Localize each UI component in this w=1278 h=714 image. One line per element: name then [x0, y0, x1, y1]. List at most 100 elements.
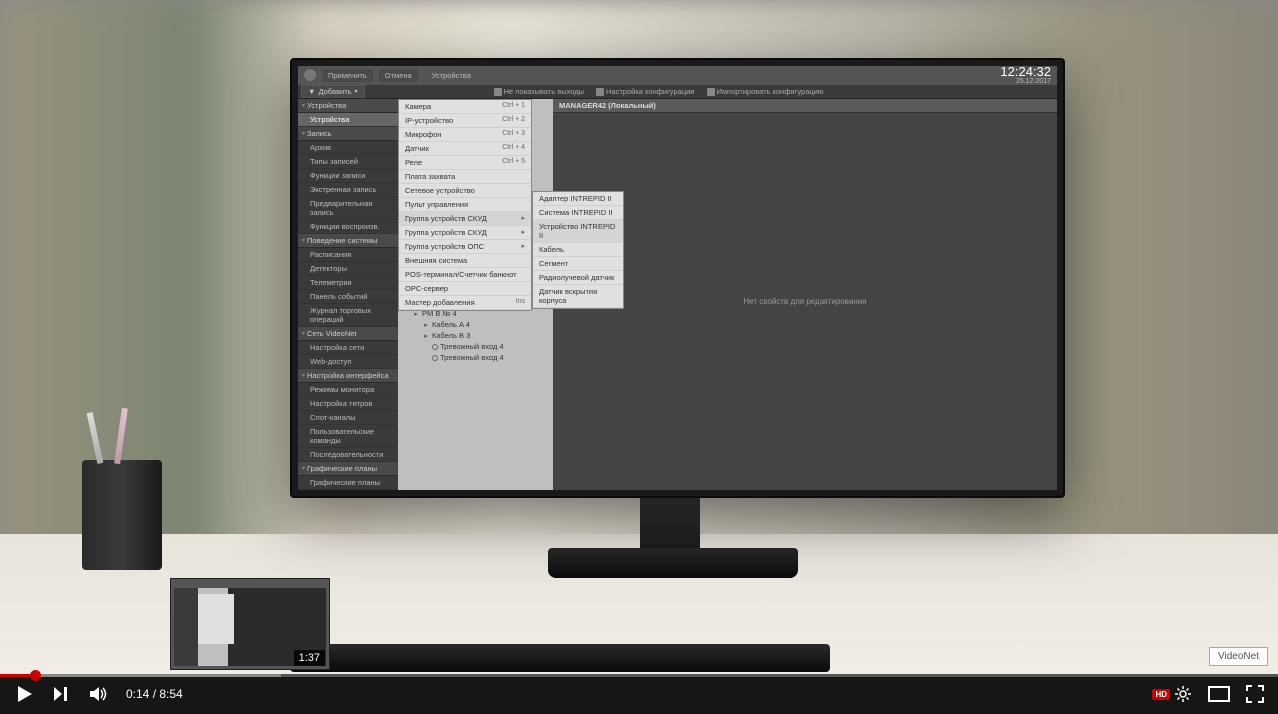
sidebar-item[interactable]: Устройства — [298, 113, 398, 127]
next-button[interactable] — [52, 685, 70, 703]
chevron-down-icon: ▾ — [302, 330, 305, 337]
monitor-base — [548, 548, 798, 578]
import-icon — [707, 88, 715, 96]
chevron-down-icon: ▾ — [302, 465, 305, 472]
sidebar-group[interactable]: ▾Графические планы — [298, 462, 398, 476]
menu-item[interactable]: КамераCtrl + 1 — [399, 100, 531, 114]
clock-date: 25.12.2017 — [1000, 78, 1051, 85]
gear-icon — [596, 88, 604, 96]
sidebar-item[interactable]: Web-доступ — [298, 355, 398, 369]
submenu-item[interactable]: Кабель — [533, 243, 623, 257]
menu-item[interactable]: IP-устройствоCtrl + 2 — [399, 114, 531, 128]
chevron-down-icon: ▾ — [302, 130, 305, 137]
app-logo-icon — [304, 69, 316, 81]
add-submenu[interactable]: Адаптер INTREPID IIСистема INTREPID IIУс… — [532, 191, 624, 309]
menu-item[interactable]: POS-терминал/Счетчик банкнот — [399, 268, 531, 282]
sidebar-item[interactable]: Настройка титров — [298, 397, 398, 411]
menu-item[interactable]: ДатчикCtrl + 4 — [399, 142, 531, 156]
time-display: 0:14 / 8:54 — [126, 687, 183, 701]
content-header: MANAGER42 (Локальный) — [553, 99, 1057, 113]
sidebar-item[interactable]: Детекторы — [298, 262, 398, 276]
sidebar-item[interactable]: Журнал торговых операций — [298, 304, 398, 327]
thumbnail-time: 1:37 — [294, 650, 325, 666]
scrubber-dot[interactable] — [30, 670, 41, 681]
submenu-item[interactable]: Радиолучевой датчик — [533, 271, 623, 285]
sidebar-item[interactable]: Пользовательские команды — [298, 425, 398, 448]
expand-icon[interactable]: ▸ — [422, 321, 430, 329]
app-header: Применить Отмена Устройства 12:24:32 25.… — [298, 66, 1057, 84]
sidebar-item[interactable]: Экстренная запись — [298, 183, 398, 197]
config-link[interactable]: Настройка конфигурации — [591, 86, 699, 97]
chevron-down-icon: ▾ — [302, 102, 305, 109]
chevron-down-icon: ▾ — [302, 237, 305, 244]
tree-row[interactable]: Тревожный вход 4 — [398, 341, 553, 352]
menu-item[interactable]: Сетевое устройство — [399, 184, 531, 198]
sidebar-item[interactable]: Типы записей — [298, 155, 398, 169]
menu-item[interactable]: OPC-сервер — [399, 282, 531, 296]
bullet-icon — [432, 344, 438, 350]
cancel-button[interactable]: Отмена — [379, 69, 418, 82]
sidebar-item[interactable]: Панель событий — [298, 290, 398, 304]
fullscreen-button[interactable] — [1246, 685, 1264, 703]
apply-button[interactable]: Применить — [322, 69, 373, 82]
sidebar-group[interactable]: ▾Поведение системы — [298, 234, 398, 248]
add-button[interactable]: ▼ Добавить ▾ — [301, 85, 365, 98]
menu-item[interactable]: Внешняя система — [399, 254, 531, 268]
pen-holder — [82, 460, 162, 570]
play-button[interactable] — [14, 684, 34, 704]
menu-item[interactable]: Мастер добавленияIns — [399, 296, 531, 310]
menu-item[interactable]: Группа устройств ОПС▸ — [399, 240, 531, 254]
submenu-item[interactable]: Устройство INTREPID II — [533, 220, 623, 243]
physical-keyboard — [290, 644, 830, 672]
submenu-item[interactable]: Сегмент — [533, 257, 623, 271]
import-config-link[interactable]: Импортировать конфигурацию — [702, 86, 829, 97]
menu-item[interactable]: РелеCtrl + 5 — [399, 156, 531, 170]
progress-bar[interactable] — [0, 674, 1278, 677]
screen: Применить Отмена Устройства 12:24:32 25.… — [298, 66, 1057, 490]
theater-button[interactable] — [1208, 686, 1230, 702]
sidebar: ▾УстройстваУстройства▾ЗаписьАрхивТипы за… — [298, 99, 398, 490]
menu-item[interactable]: Группа устройств СКУД▸ — [399, 212, 531, 226]
video-player-bar: 0:14 / 8:54 HD — [0, 674, 1278, 714]
sidebar-item[interactable]: Последовательности — [298, 448, 398, 462]
sidebar-item[interactable]: Предварительная запись — [298, 197, 398, 220]
toolbar: ▼ Добавить ▾ Не показывать выходы Настро… — [298, 84, 1057, 99]
submenu-item[interactable]: Адаптер INTREPID II — [533, 192, 623, 206]
submenu-item[interactable]: Датчик вскрытия корпуса — [533, 285, 623, 308]
menu-item[interactable]: МикрофонCtrl + 3 — [399, 128, 531, 142]
hide-outputs-link[interactable]: Не показывать выходы — [489, 86, 589, 97]
sidebar-item[interactable]: Слот-каналы — [298, 411, 398, 425]
menu-item[interactable]: Плата захвата — [399, 170, 531, 184]
expand-icon[interactable]: ▸ — [422, 332, 430, 340]
eye-icon — [494, 88, 502, 96]
sidebar-item[interactable]: Телеметрия — [298, 276, 398, 290]
clock: 12:24:32 25.12.2017 — [1000, 66, 1051, 85]
monitor-stand — [640, 498, 700, 552]
menu-item[interactable]: Пульт управления — [399, 198, 531, 212]
sidebar-group[interactable]: ▾Сеть VideoNet — [298, 327, 398, 341]
menu-item[interactable]: Группа устройств СКУД▸ — [399, 226, 531, 240]
monitor: Применить Отмена Устройства 12:24:32 25.… — [290, 58, 1065, 498]
seek-thumbnail: 1:37 — [170, 578, 330, 670]
sidebar-item[interactable]: Функции воспроизв. — [298, 220, 398, 234]
chevron-down-icon: ▾ — [355, 88, 358, 95]
submenu-item[interactable]: Система INTREPID II — [533, 206, 623, 220]
page-title: Устройства — [432, 71, 471, 80]
sidebar-item[interactable]: Расписания — [298, 248, 398, 262]
add-menu[interactable]: КамераCtrl + 1IP-устройствоCtrl + 2Микро… — [398, 99, 532, 311]
sidebar-group[interactable]: ▾Настройка интерфейса — [298, 369, 398, 383]
sidebar-item[interactable]: Режимы монитора — [298, 383, 398, 397]
chevron-down-icon: ▾ — [302, 372, 305, 379]
tree-row[interactable]: Тревожный вход 4 — [398, 352, 553, 363]
sidebar-item[interactable]: Графические планы — [298, 476, 398, 490]
sidebar-item[interactable]: Настройка сети — [298, 341, 398, 355]
tree-row[interactable]: ▸Кабель B 3 — [398, 330, 553, 341]
sidebar-item[interactable]: Архив — [298, 141, 398, 155]
sidebar-group[interactable]: ▾Устройства — [298, 99, 398, 113]
tree-row[interactable]: ▸Кабель A 4 — [398, 319, 553, 330]
sidebar-item[interactable]: Функции записи — [298, 169, 398, 183]
hd-badge: HD — [1152, 689, 1170, 700]
sidebar-group[interactable]: ▾Запись — [298, 127, 398, 141]
settings-button[interactable]: HD — [1152, 685, 1192, 703]
volume-button[interactable] — [88, 684, 108, 704]
